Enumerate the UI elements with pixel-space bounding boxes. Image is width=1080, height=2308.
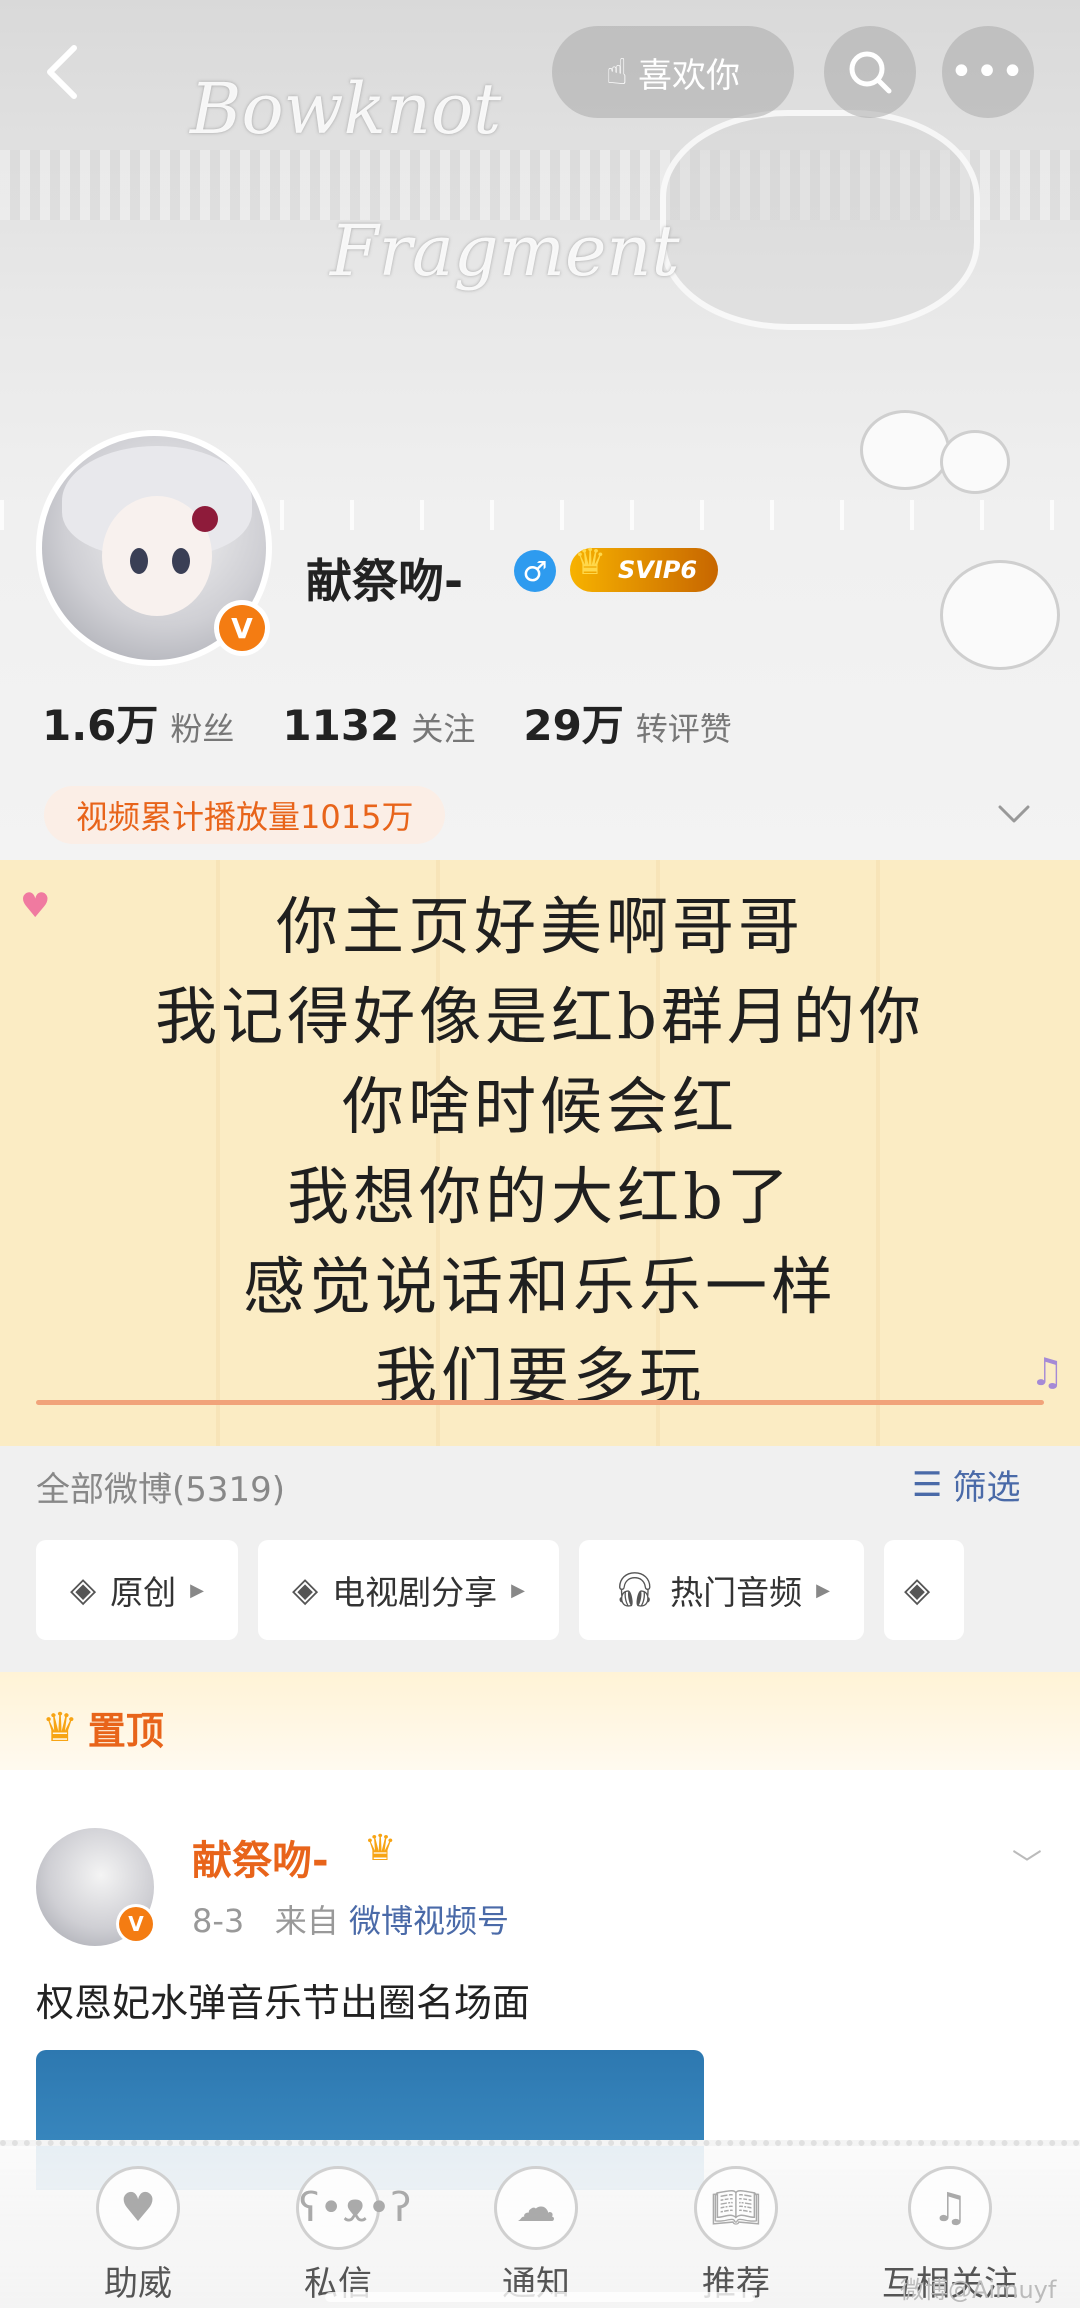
stat-label: 粉丝 [170, 710, 235, 748]
note-line: 我想你的大红b了 [287, 1160, 793, 1233]
layers-icon: ◈ [292, 1570, 319, 1610]
post-date: 8-3 [192, 1902, 245, 1940]
chip-hot-audio[interactable]: 🎧︎ 热门音频 ▶ [579, 1540, 865, 1640]
like-button[interactable]: ☝ 喜欢你 [552, 26, 794, 118]
stat-following[interactable]: 1132 关注 [282, 701, 475, 750]
post-meta: 8-3 来自 微博视频号 [192, 1896, 509, 1942]
stat-likes[interactable]: 29万 转评赞 [523, 692, 731, 753]
tab-notifications[interactable]: ☁ 通知 [446, 2160, 626, 2308]
tab-messages[interactable]: ʕ•ᴥ•ʔ 私信 [248, 2160, 428, 2308]
chip-tv-share[interactable]: ◈ 电视剧分享 ▶ [258, 1540, 559, 1640]
chip-original[interactable]: ◈ 原创 ▶ [36, 1540, 238, 1640]
verified-v-icon: V [219, 605, 265, 651]
bio-note-card: ♥ 你主页好美啊哥哥 我记得好像是红b群月的你 你啥时候会红 我想你的大红b了 … [0, 860, 1080, 1446]
banner-deco-text-2: Fragment [330, 210, 680, 292]
category-chips: ◈ 原创 ▶ ◈ 电视剧分享 ▶ 🎧︎ 热门音频 ▶ ◈ [36, 1540, 984, 1640]
note-text: 你主页好美啊哥哥 我记得好像是红b群月的你 你啥时候会红 我想你的大红b了 感觉… [0, 882, 1080, 1422]
stat-label: 转评赞 [635, 710, 732, 748]
note-line: 感觉说话和乐乐一样 [242, 1250, 837, 1323]
layers-icon: ◈ [904, 1570, 931, 1610]
tab-label: 助威 [104, 2264, 172, 2304]
tab-recommend[interactable]: 📖︎ 推荐 [646, 2160, 826, 2308]
note-line: 我们要多玩 [374, 1340, 705, 1413]
video-play-count-pill[interactable]: 视频累计播放量1015万 [44, 786, 446, 844]
search-icon [849, 51, 892, 94]
stat-followers[interactable]: 1.6万 粉丝 [42, 692, 234, 753]
cloud-heart-icon: ☁ [494, 2166, 578, 2250]
chevron-down-icon[interactable]: ﹀ [1012, 1840, 1042, 1884]
profile-username: 献祭吻- [306, 554, 464, 608]
back-button[interactable] [22, 26, 102, 118]
note-line: 你主页好美啊哥哥 [275, 890, 804, 963]
more-dots-icon: ••• [949, 49, 1027, 95]
chip-more[interactable]: ◈ [884, 1540, 965, 1640]
bear-sticker [940, 430, 1010, 494]
note-underline [36, 1400, 1044, 1405]
more-button[interactable]: ••• [942, 26, 1034, 118]
verified-badge: V [214, 600, 270, 656]
stat-number: 29万 [523, 701, 624, 750]
hand-heart-icon: ☝ [606, 51, 628, 93]
post-from-prefix: 来自 [274, 1902, 339, 1940]
post-verified-badge: V [116, 1904, 156, 1944]
bear-icon: ʕ•ᴥ•ʔ [296, 2166, 411, 2250]
search-button[interactable] [824, 26, 916, 118]
jar-icon: ♫ [908, 2166, 992, 2250]
heart-icon: ♥ [96, 2166, 180, 2250]
chevron-right-icon: ▶ [511, 1579, 525, 1601]
vip-crown-icon: ♛ [364, 1828, 397, 1869]
chevron-right-icon: ▶ [190, 1579, 204, 1601]
music-note-icon: ♫ [1030, 1350, 1065, 1394]
verified-v-icon: V [119, 1907, 153, 1941]
home-indicator[interactable] [325, 2292, 755, 2302]
chip-label: 电视剧分享 [332, 1573, 498, 1612]
filter-label: 筛选 [952, 1468, 1021, 1508]
pinned-text: 置顶 [87, 1709, 164, 1753]
filter-sort-icon: ☰ [912, 1464, 943, 1505]
book-icon: 📖︎ [694, 2166, 778, 2250]
bow-decoration [660, 110, 980, 330]
tab-cheer[interactable]: ♥ 助威 [48, 2160, 228, 2308]
bear-sticker [860, 410, 950, 490]
banner-deco-text-1: Bowknot [190, 68, 502, 150]
chip-label: 原创 [110, 1573, 177, 1612]
chevron-left-icon [47, 45, 77, 99]
headphones-icon: 🎧︎ [613, 1570, 657, 1610]
svip-badge[interactable]: ♛ SVIP6 [570, 542, 718, 592]
crown-icon: ♛ [574, 542, 607, 583]
profile-stats: 1.6万 粉丝 1132 关注 29万 转评赞 [42, 692, 780, 753]
post-text[interactable]: 权恩妃水弹音乐节出圈名场面 [36, 1972, 530, 2027]
filter-button[interactable]: ☰ 筛选 [912, 1460, 1020, 1509]
note-line: 你啥时候会红 [341, 1070, 738, 1143]
chevron-down-icon[interactable] [996, 796, 1032, 832]
chevron-right-icon: ▶ [816, 1579, 831, 1601]
bear-sticker-large [940, 560, 1060, 670]
post-source-link[interactable]: 微博视频号 [349, 1902, 509, 1940]
stat-number: 1.6万 [42, 701, 159, 750]
chip-label: 热门音频 [670, 1573, 803, 1612]
all-weibo-count[interactable]: 全部微博(5319) [36, 1462, 285, 1511]
svip-label: SVIP6 [618, 556, 698, 584]
crown-icon: ♛ [42, 1704, 78, 1751]
like-label: 喜欢你 [637, 55, 740, 96]
post-author[interactable]: 献祭吻- [192, 1828, 329, 1886]
stat-number: 1132 [282, 701, 400, 750]
male-gender-icon: ♂ [514, 550, 556, 592]
stat-label: 关注 [411, 710, 476, 748]
watermark-text: 微博@Aimuyf [900, 2276, 1057, 2304]
note-line: 我记得好像是红b群月的你 [155, 980, 925, 1053]
layers-icon: ◈ [70, 1570, 97, 1610]
pinned-label: ♛ 置顶 [42, 1700, 164, 1755]
